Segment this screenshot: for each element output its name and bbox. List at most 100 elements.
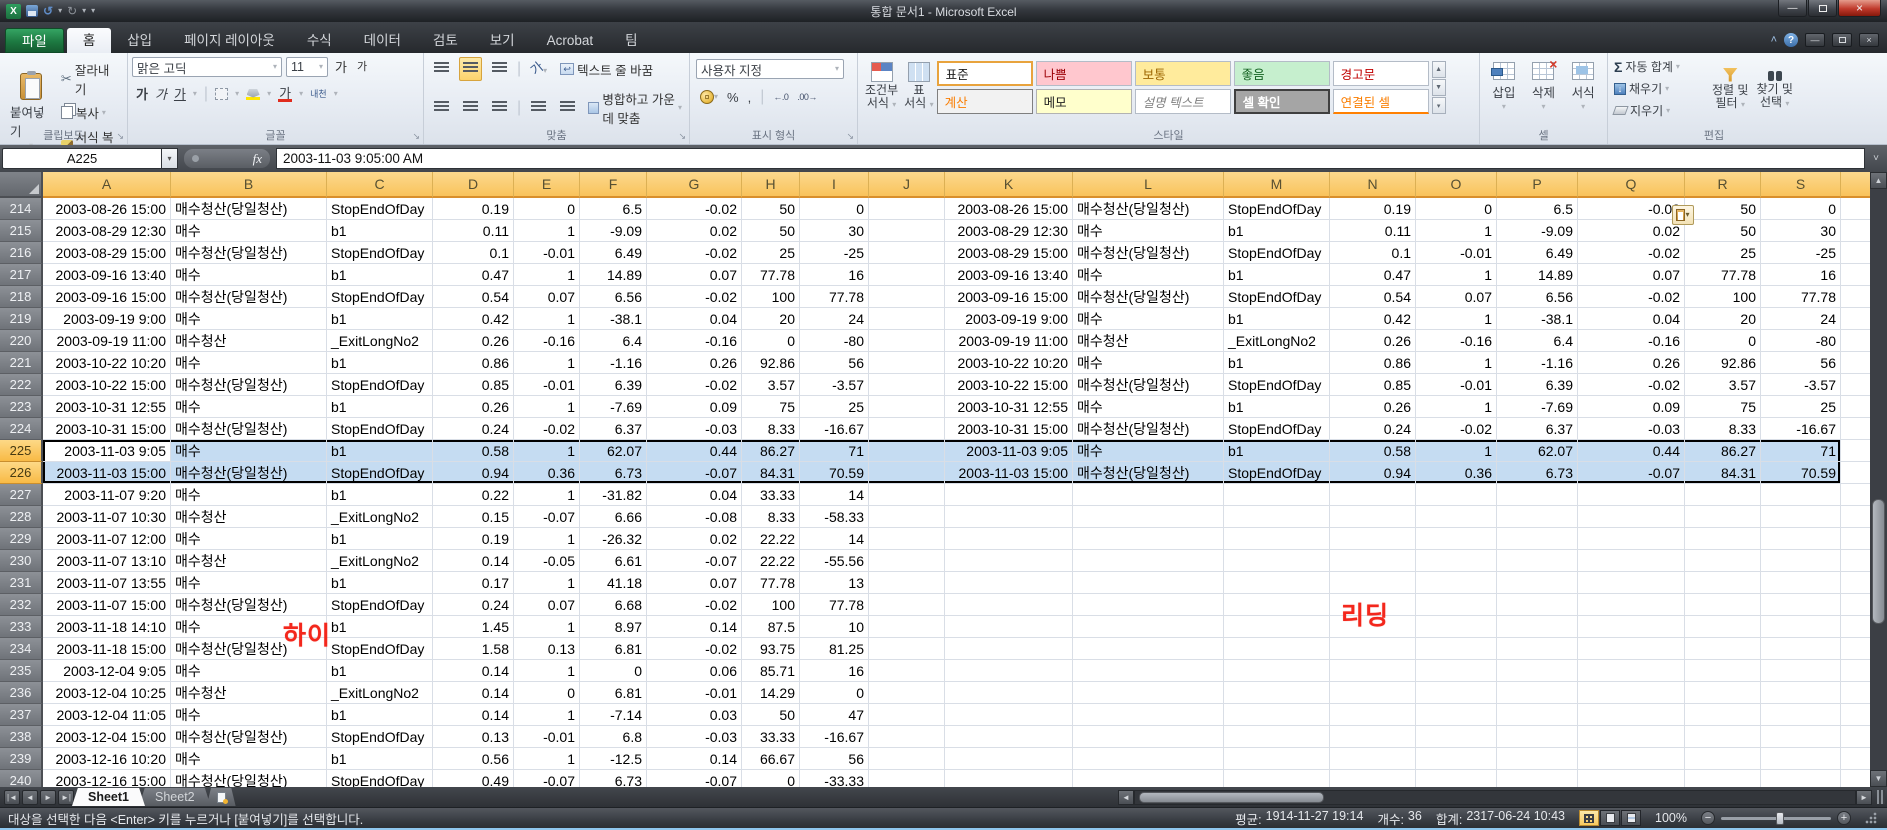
cell-H235[interactable]: 85.71	[742, 660, 800, 682]
workbook-minimize-button[interactable]: —	[1805, 33, 1825, 47]
cell-G234[interactable]: -0.02	[647, 638, 742, 660]
underline-button[interactable]: 가	[174, 88, 186, 101]
cell-Q230[interactable]	[1578, 550, 1685, 572]
cell-O224[interactable]: -0.02	[1416, 418, 1497, 440]
cell-beyond[interactable]	[1841, 594, 1870, 616]
cell-G225[interactable]: 0.44	[647, 440, 742, 462]
cell-style-보통[interactable]: 보통	[1135, 61, 1231, 86]
wrap-text-button[interactable]: ↩텍스트 줄 바꿈	[557, 59, 656, 80]
cell-K224[interactable]: 2003-10-31 15:00	[945, 418, 1073, 440]
cell-I230[interactable]: -55.56	[800, 550, 869, 572]
cell-F232[interactable]: 6.68	[580, 594, 647, 616]
cell-B225[interactable]: 매수	[171, 440, 327, 462]
cell-B214[interactable]: 매수청산(당일청산)	[171, 198, 327, 220]
cell-H234[interactable]: 93.75	[742, 638, 800, 660]
column-header-M[interactable]: M	[1224, 172, 1330, 198]
font-size-combobox[interactable]: 11▾	[286, 57, 328, 77]
cell-S218[interactable]: 77.78	[1761, 286, 1841, 308]
cell-C228[interactable]: _ExitLongNo2	[327, 506, 433, 528]
cell-F216[interactable]: 6.49	[580, 242, 647, 264]
cell-C217[interactable]: b1	[327, 264, 433, 286]
cell-K236[interactable]	[945, 682, 1073, 704]
cell-beyond[interactable]	[1841, 572, 1870, 594]
cell-B231[interactable]: 매수	[171, 572, 327, 594]
column-header-F[interactable]: F	[580, 172, 647, 198]
cell-N214[interactable]: 0.19	[1330, 198, 1416, 220]
tab-홈[interactable]: 홈	[67, 28, 111, 53]
cell-A215[interactable]: 2003-08-29 12:30	[43, 220, 171, 242]
cell-B222[interactable]: 매수청산(당일청산)	[171, 374, 327, 396]
cell-A221[interactable]: 2003-10-22 10:20	[43, 352, 171, 374]
minimize-button[interactable]: —	[1778, 0, 1807, 17]
horizontal-scroll-thumb[interactable]	[1139, 792, 1324, 803]
column-header-C[interactable]: C	[327, 172, 433, 198]
cell-A228[interactable]: 2003-11-07 10:30	[43, 506, 171, 528]
cell-S217[interactable]: 16	[1761, 264, 1841, 286]
cell-beyond[interactable]	[1841, 726, 1870, 748]
increase-indent-button[interactable]	[556, 96, 579, 120]
cell-Q235[interactable]	[1578, 660, 1685, 682]
cell-G236[interactable]: -0.01	[647, 682, 742, 704]
tab-팀[interactable]: 팀	[609, 28, 653, 53]
cell-O229[interactable]	[1416, 528, 1497, 550]
tab-삽입[interactable]: 삽입	[111, 28, 168, 53]
cell-S239[interactable]	[1761, 748, 1841, 770]
cell-S227[interactable]	[1761, 484, 1841, 506]
cell-O227[interactable]	[1416, 484, 1497, 506]
close-button[interactable]: ×	[1838, 0, 1881, 17]
row-header-227[interactable]: 227	[0, 484, 43, 506]
cell-E240[interactable]: -0.07	[514, 770, 580, 787]
cell-K240[interactable]	[945, 770, 1073, 787]
cell-A239[interactable]: 2003-12-16 10:20	[43, 748, 171, 770]
next-sheet-icon[interactable]: ►	[40, 790, 56, 805]
cell-N237[interactable]	[1330, 704, 1416, 726]
cell-N239[interactable]	[1330, 748, 1416, 770]
cell-S240[interactable]	[1761, 770, 1841, 787]
cell-R238[interactable]	[1685, 726, 1761, 748]
cell-Q237[interactable]	[1578, 704, 1685, 726]
conditional-formatting-button[interactable]: 조건부서식 ▾	[862, 57, 901, 114]
cell-M232[interactable]	[1224, 594, 1330, 616]
cell-O236[interactable]	[1416, 682, 1497, 704]
cell-D216[interactable]: 0.1	[433, 242, 514, 264]
cell-P238[interactable]	[1497, 726, 1578, 748]
name-box[interactable]: A225	[2, 148, 162, 169]
column-header-O[interactable]: O	[1416, 172, 1497, 198]
cell-S216[interactable]: -25	[1761, 242, 1841, 264]
cell-H221[interactable]: 92.86	[742, 352, 800, 374]
cell-M238[interactable]	[1224, 726, 1330, 748]
merge-center-button[interactable]: 병합하고 가운데 맞춤▾	[585, 88, 685, 128]
cell-O221[interactable]: 1	[1416, 352, 1497, 374]
cell-O219[interactable]: 1	[1416, 308, 1497, 330]
cell-style-좋음[interactable]: 좋음	[1234, 61, 1330, 86]
borders-dropdown-icon[interactable]: ▾	[235, 90, 239, 98]
cell-N217[interactable]: 0.47	[1330, 264, 1416, 286]
cell-H223[interactable]: 75	[742, 396, 800, 418]
cell-beyond[interactable]	[1841, 418, 1870, 440]
cell-F217[interactable]: 14.89	[580, 264, 647, 286]
cell-G231[interactable]: 0.07	[647, 572, 742, 594]
cell-A235[interactable]: 2003-12-04 9:05	[43, 660, 171, 682]
cell-A240[interactable]: 2003-12-16 15:00	[43, 770, 171, 787]
insert-function-button[interactable]: fx	[184, 149, 270, 168]
cell-B226[interactable]: 매수청산(당일청산)	[171, 462, 327, 484]
cell-P231[interactable]	[1497, 572, 1578, 594]
scroll-left-icon[interactable]: ◄	[1118, 790, 1134, 805]
maximize-button[interactable]	[1808, 0, 1837, 17]
cell-J236[interactable]	[869, 682, 945, 704]
cell-B232[interactable]: 매수청산(당일청산)	[171, 594, 327, 616]
cell-R234[interactable]	[1685, 638, 1761, 660]
cell-beyond[interactable]	[1841, 330, 1870, 352]
cell-R226[interactable]: 84.31	[1685, 462, 1761, 484]
cell-Q228[interactable]	[1578, 506, 1685, 528]
alignment-dialog-launcher-icon[interactable]: ↘	[678, 131, 686, 142]
cell-S234[interactable]	[1761, 638, 1841, 660]
cell-K238[interactable]	[945, 726, 1073, 748]
save-icon[interactable]	[26, 5, 38, 17]
cell-style-메모[interactable]: 메모	[1036, 89, 1132, 114]
workbook-close-button[interactable]: ×	[1859, 33, 1879, 47]
cell-K226[interactable]: 2003-11-03 15:00	[945, 462, 1073, 484]
scroll-right-icon[interactable]: ►	[1856, 790, 1872, 805]
accounting-format-button[interactable]: ¤▾	[700, 90, 718, 104]
column-header-I[interactable]: I	[800, 172, 869, 198]
